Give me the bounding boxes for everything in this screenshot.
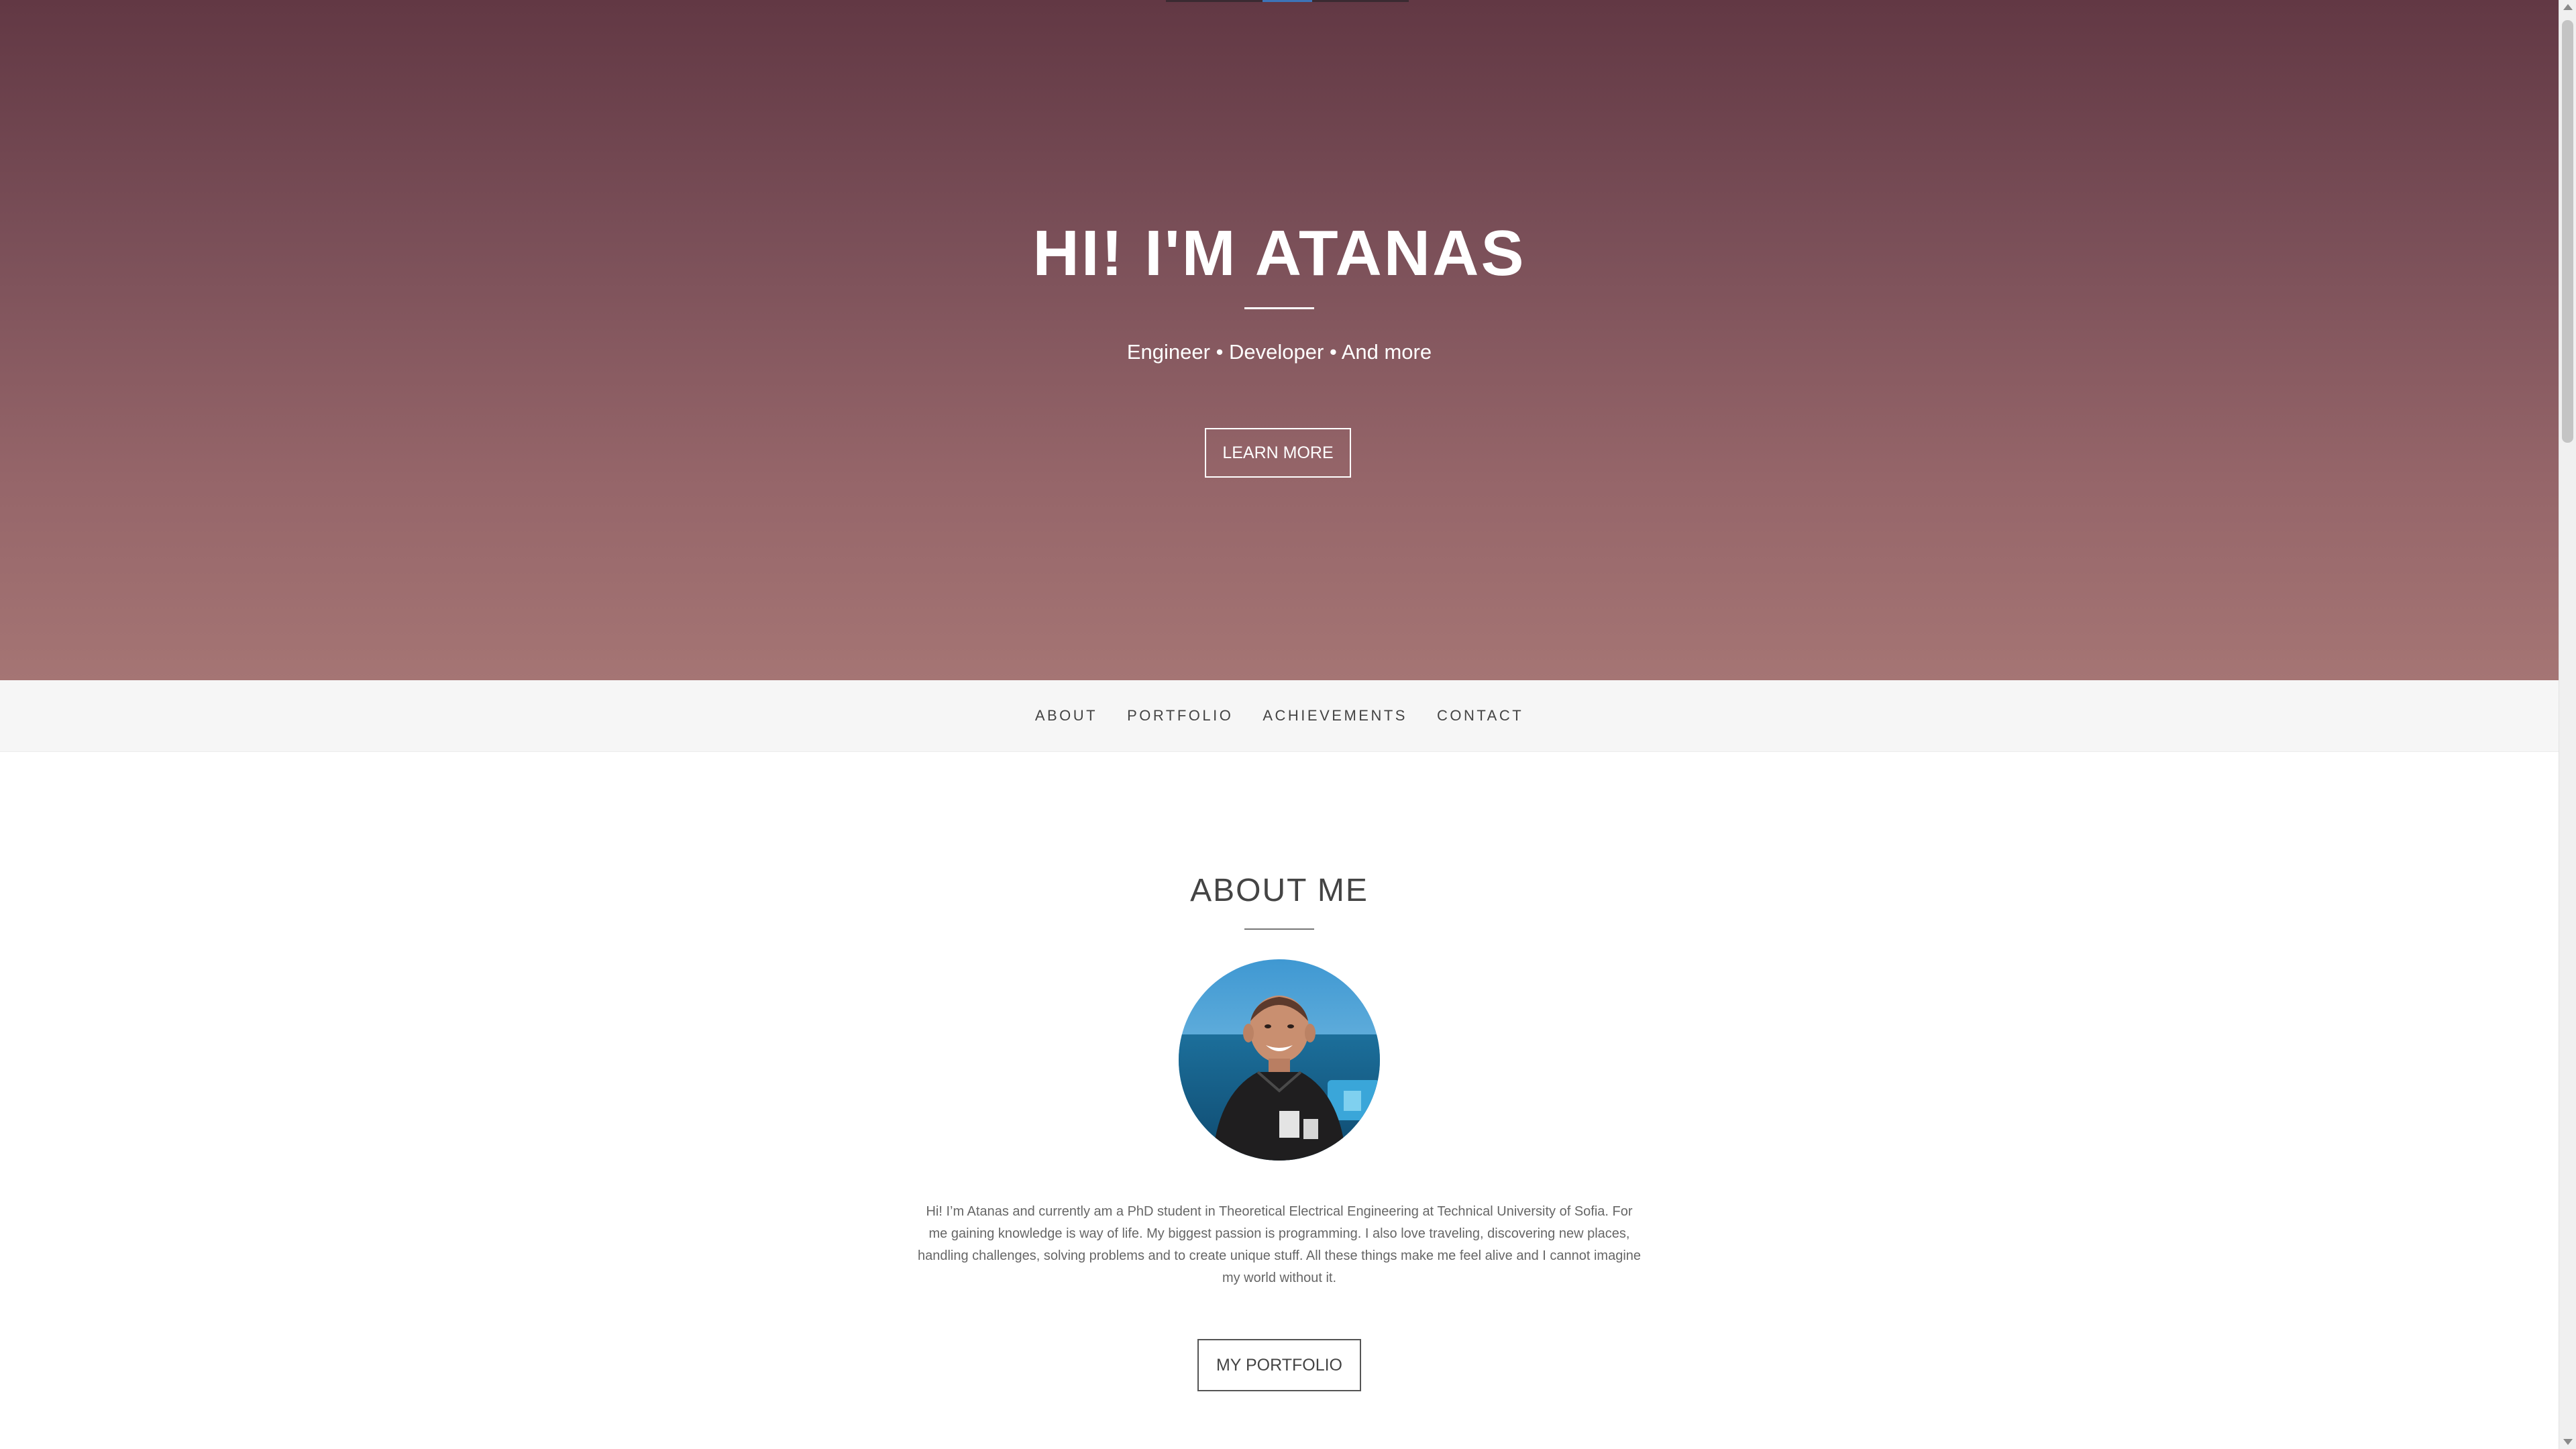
hero-title: HI! I'M ATANAS — [1032, 217, 1526, 289]
hero-section: HI! I'M ATANAS Engineer • Developer • An… — [0, 0, 2559, 680]
nav-item-achievements[interactable]: ACHIEVEMENTS — [1263, 707, 1407, 724]
my-portfolio-button[interactable]: MY PORTFOLIO — [1197, 1339, 1361, 1391]
profile-photo-icon — [1179, 959, 1380, 1161]
hero-divider — [1244, 307, 1314, 309]
top-progress-bar — [1166, 0, 1409, 2]
hero-subtitle: Engineer • Developer • And more — [1126, 340, 1432, 364]
scrollbar-thumb[interactable] — [2562, 20, 2573, 443]
about-description: Hi! I’m Atanas and currently am a PhD st… — [917, 1204, 1642, 1285]
nav-item-contact[interactable]: CONTACT — [1437, 707, 1523, 724]
page: HI! I'M ATANAS Engineer • Developer • An… — [0, 0, 2559, 1449]
about-divider — [1244, 928, 1314, 930]
page-scrollbar[interactable] — [2559, 0, 2576, 1449]
scroll-down-arrow-icon[interactable] — [2563, 1439, 2573, 1445]
nav-item-portfolio[interactable]: PORTFOLIO — [1127, 707, 1233, 724]
avatar — [1179, 959, 1380, 1161]
scroll-up-arrow-icon[interactable] — [2563, 4, 2573, 10]
top-progress-indicator — [1263, 0, 1312, 2]
nav-item-about[interactable]: ABOUT — [1035, 707, 1097, 724]
about-title: ABOUT ME — [1190, 873, 1368, 908]
learn-more-button[interactable]: LEARN MORE — [1205, 428, 1351, 478]
main-nav: ABOUT PORTFOLIO ACHIEVEMENTS CONTACT — [0, 680, 2559, 752]
